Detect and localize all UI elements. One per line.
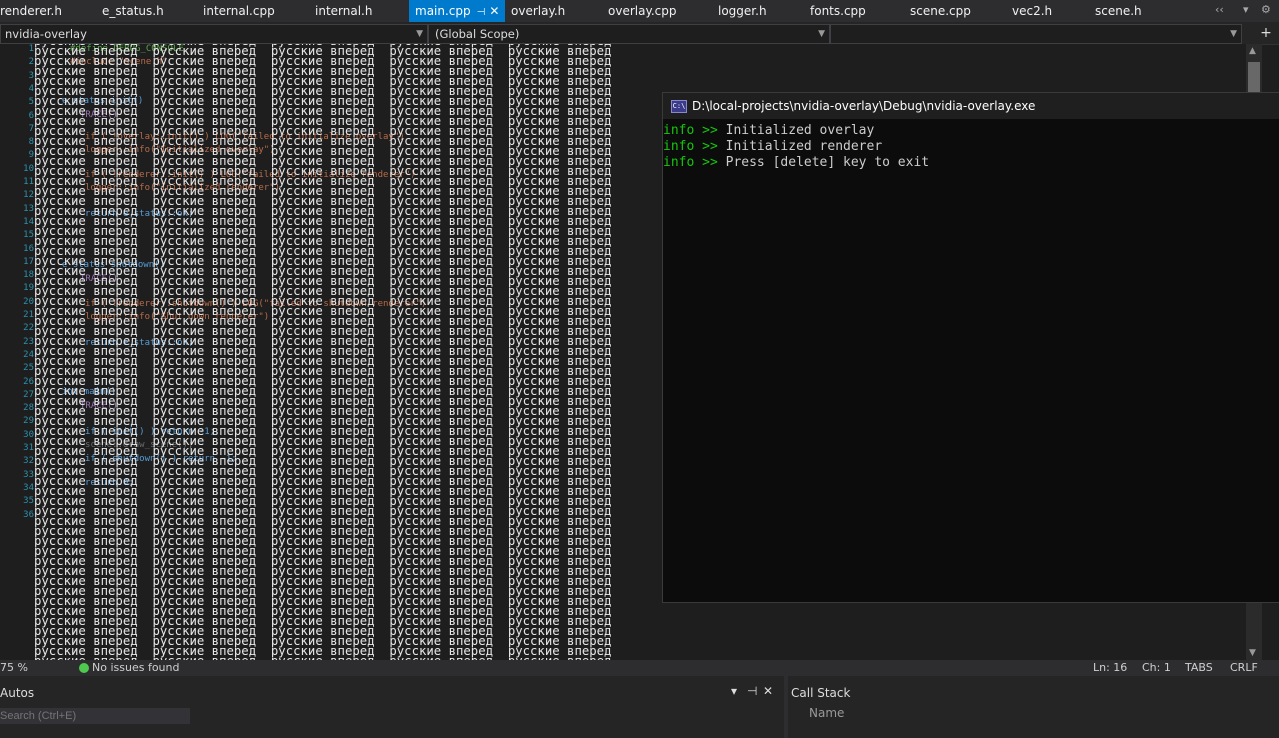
call-stack-panel-title[interactable]: Call Stack [791, 686, 850, 700]
console-line: info >> Press [delete] key to exit [663, 155, 930, 170]
tab-overlay-h[interactable]: overlay.h [511, 0, 565, 22]
line-number: 1 [28, 44, 34, 54]
line-number: 12 [23, 190, 34, 201]
console-line: info >> Initialized renderer [663, 139, 883, 154]
line-number: 25 [23, 363, 34, 374]
console-output: info >> Initialized overlay info >> Init… [663, 123, 929, 171]
line-number: 29 [23, 416, 34, 427]
line-ending[interactable]: CRLF [1230, 660, 1258, 676]
line-number: 26 [23, 376, 34, 387]
line-number: 23 [23, 336, 34, 347]
chevron-down-icon: ▼ [1230, 29, 1237, 39]
gear-icon[interactable]: ⚙ [1261, 3, 1271, 16]
chevron-down-icon[interactable]: ▾ [1243, 3, 1249, 16]
tab-controls: ‹‹ ▾ ⚙ [1209, 0, 1279, 22]
member-dropdown[interactable]: ▼ [830, 24, 1242, 44]
scope-dropdown-label: (Global Scope) [435, 27, 520, 41]
tab-internal-h[interactable]: internal.h [315, 0, 372, 22]
zoom-level[interactable]: 75 % [0, 660, 28, 676]
scroll-up-icon[interactable]: ▲ [1249, 46, 1256, 56]
console-title: D:\local-projects\nvidia-overlay\Debug\n… [692, 99, 1036, 113]
project-dropdown[interactable]: nvidia-overlay ▼ [0, 24, 428, 44]
debug-panels: Autos ▾ ⊣ ✕ Call Stack Name [0, 676, 1279, 738]
tab-internal-cpp[interactable]: internal.cpp [203, 0, 275, 22]
pin-icon[interactable]: ⊣ [747, 684, 757, 698]
panel-dropdown-icon[interactable]: ▾ [731, 684, 737, 698]
line-number: 14 [23, 216, 34, 227]
column-indicator: Ch: 1 [1142, 661, 1171, 674]
line-number: 2 [28, 57, 34, 68]
line-number: 28 [23, 403, 34, 414]
line-number: 4 [28, 83, 34, 94]
line-number: 7 [28, 123, 34, 134]
scroll-down-icon[interactable]: ▼ [1249, 648, 1256, 658]
russian-text-overlay: русские вперед русские вперед русские вп… [34, 44, 612, 660]
tab-scene-h[interactable]: scene.h [1095, 0, 1142, 22]
line-number: 32 [23, 456, 34, 467]
tab-logger-h[interactable]: logger.h [718, 0, 767, 22]
chevron-down-icon: ▼ [416, 29, 423, 39]
tab-main-cpp[interactable]: main.cpp ⊣ ✕ [409, 0, 506, 22]
line-number: 10 [23, 163, 34, 174]
autos-search-input[interactable] [0, 708, 190, 724]
line-number: 16 [23, 243, 34, 254]
chevron-down-icon: ▼ [818, 29, 825, 39]
line-number: 11 [23, 177, 34, 187]
scrollbar-thumb[interactable] [1248, 62, 1260, 92]
pin-icon[interactable]: ⊣ [477, 7, 486, 18]
editor-status-bar: 75 % No issues found Ln: 16 Ch: 1 TABS C… [0, 660, 1279, 676]
line-number: 8 [28, 137, 34, 148]
line-number: 22 [23, 323, 34, 334]
call-stack-name-header[interactable]: Name [809, 706, 844, 720]
close-icon[interactable]: ✕ [763, 684, 773, 698]
line-number: 15 [23, 230, 34, 241]
line-number: 18 [23, 270, 34, 281]
line-number: 5 [28, 97, 34, 108]
line-number: 35 [23, 496, 34, 507]
line-number: 9 [28, 150, 34, 161]
console-title-bar[interactable]: C:\ D:\local-projects\nvidia-overlay\Deb… [663, 93, 1279, 119]
console-line: info >> Initialized overlay [663, 123, 875, 138]
tab-overlay-cpp[interactable]: overlay.cpp [608, 0, 676, 22]
line-number: 19 [23, 283, 34, 294]
indent-mode[interactable]: TABS [1185, 660, 1213, 676]
line-number: 36 [23, 509, 34, 520]
line-number: 13 [23, 203, 34, 214]
line-number-gutter: 1 2 3 4 5 6 7 8 9 10 11 12 13 14 15 16 17 18 19 20 21 22 23 24 2… [0, 44, 36, 660]
tab-vec2-h[interactable]: vec2.h [1012, 0, 1052, 22]
console-icon: C:\ [671, 100, 687, 113]
line-number: 21 [23, 310, 34, 320]
line-number: 27 [23, 389, 34, 400]
tab-e-status-h[interactable]: e_status.h [102, 0, 164, 22]
line-number: 17 [23, 256, 34, 267]
check-icon [79, 663, 89, 673]
line-number: 33 [23, 469, 34, 480]
line-number: 3 [28, 70, 34, 81]
scope-dropdown[interactable]: (Global Scope) ▼ [428, 24, 830, 44]
line-number: 6 [28, 110, 34, 121]
line-number: 24 [23, 349, 34, 360]
split-editor-icon[interactable]: + [1257, 24, 1275, 42]
navigation-bar: nvidia-overlay ▼ (Global Scope) ▼ ▼ + [0, 22, 1279, 45]
console-window[interactable]: C:\ D:\local-projects\nvidia-overlay\Deb… [662, 92, 1279, 603]
line-number: 20 [23, 296, 34, 307]
tab-overflow-icon[interactable]: ‹‹ [1215, 3, 1224, 16]
line-indicator: Ln: 16 [1093, 661, 1128, 674]
tab-scene-cpp[interactable]: scene.cpp [910, 0, 971, 22]
line-number: 34 [23, 482, 34, 493]
tab-fonts-cpp[interactable]: fonts.cpp [810, 0, 866, 22]
panel-divider[interactable] [784, 676, 788, 738]
line-number: 30 [23, 429, 34, 440]
document-tab-strip: renderer.h e_status.h internal.cpp inter… [0, 0, 1279, 22]
tab-renderer-h[interactable]: renderer.h [0, 0, 62, 22]
issues-status[interactable]: No issues found [92, 660, 179, 676]
line-number: 31 [23, 443, 34, 453]
close-icon[interactable]: ✕ [489, 4, 499, 18]
project-dropdown-label: nvidia-overlay [5, 27, 87, 41]
autos-panel-title[interactable]: Autos [0, 686, 34, 700]
